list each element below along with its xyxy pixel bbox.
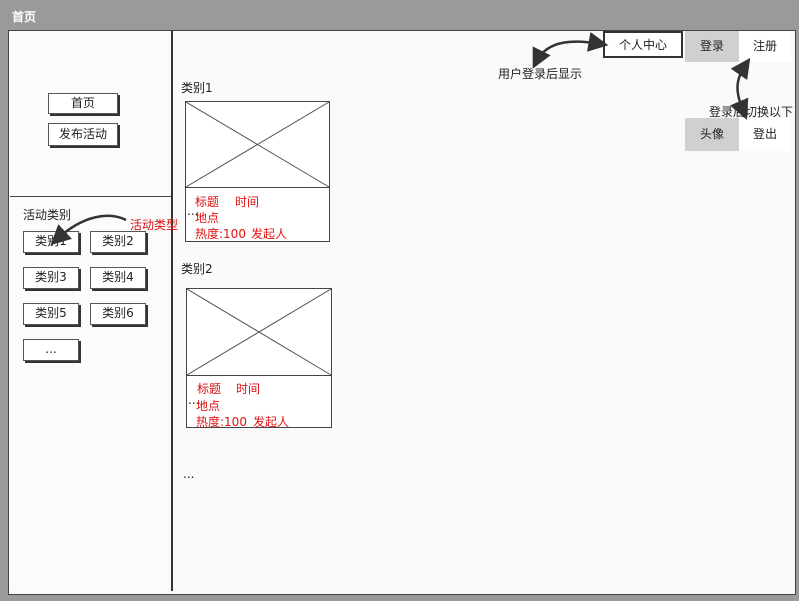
category-button-5[interactable]: 类别5 <box>23 303 79 325</box>
card-place: 地点 <box>195 211 220 225</box>
card-title: 标题 <box>197 382 222 396</box>
card-place: 地点 <box>196 399 221 413</box>
personal-center-button[interactable]: 个人中心 <box>603 31 683 58</box>
section-title-category-2: 类别2 <box>181 262 213 276</box>
category-button-2[interactable]: 类别2 <box>90 231 146 253</box>
category-button-3[interactable]: 类别3 <box>23 267 79 289</box>
card-title: 标题 <box>195 195 220 209</box>
card-time: 时间 <box>235 195 260 209</box>
category-annotation: 活动类型 <box>130 218 179 232</box>
activity-category-heading: 活动类别 <box>23 208 72 222</box>
nav-home-button[interactable]: 首页 <box>48 93 118 114</box>
image-placeholder-icon <box>186 102 330 188</box>
activity-card-2[interactable]: 标题 时间 ... 地点 热度:100 发起人 <box>186 288 332 429</box>
title-bar: 首页 <box>0 0 799 30</box>
logout-button[interactable]: 登出 <box>739 118 791 151</box>
profile-annotation: 用户登录后显示 <box>498 67 583 81</box>
register-button[interactable]: 注册 <box>739 31 791 62</box>
activity-card-1[interactable]: 标题 时间 ... 地点 热度:100 发起人 <box>185 101 330 242</box>
card-divider <box>186 187 329 188</box>
section-title-category-1: 类别1 <box>181 81 213 95</box>
avatar-button[interactable]: 头像 <box>685 118 739 151</box>
page-title: 首页 <box>12 10 37 24</box>
image-placeholder-icon <box>187 289 332 376</box>
category-button-4[interactable]: 类别4 <box>90 267 146 289</box>
sidebar-divider <box>10 196 171 197</box>
card-divider <box>187 375 331 376</box>
card-time: 时间 <box>236 382 261 396</box>
more-sections-ellipsis: ... <box>183 467 195 481</box>
nav-publish-activity-button[interactable]: 发布活动 <box>48 123 118 146</box>
card-creator: 发起人 <box>251 227 288 241</box>
category-button-6[interactable]: 类别6 <box>90 303 146 325</box>
more-categories-button[interactable]: ... <box>23 339 79 361</box>
category-button-1[interactable]: 类别1 <box>23 231 79 253</box>
card-heat: 热度:100 <box>196 415 247 429</box>
login-button[interactable]: 登录 <box>685 31 739 62</box>
card-heat: 热度:100 <box>195 227 246 241</box>
card-creator: 发起人 <box>253 415 290 429</box>
